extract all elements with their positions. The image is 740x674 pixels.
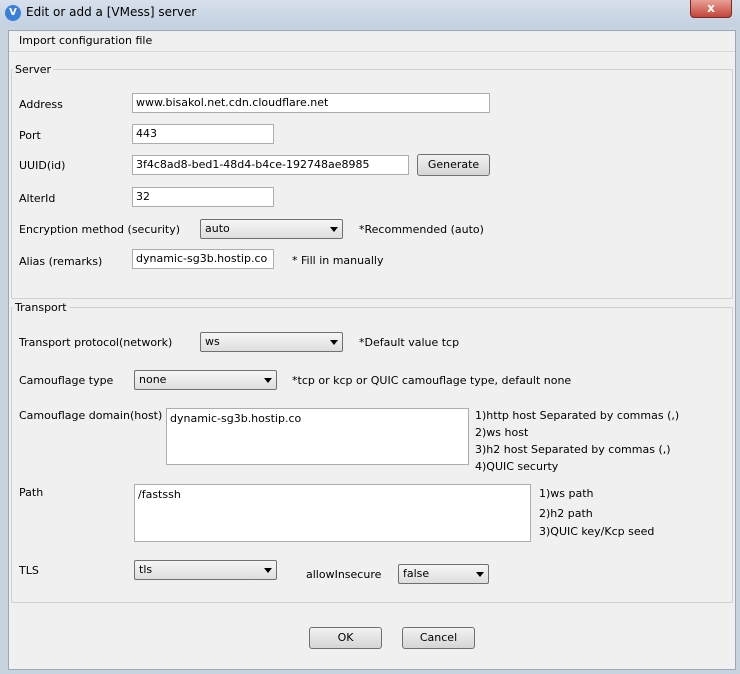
- protocol-hint: *Default value tcp: [359, 336, 460, 349]
- cancel-button[interactable]: Cancel: [402, 627, 475, 649]
- domain-hint-2: 2)ws host: [475, 426, 529, 439]
- alterid-input[interactable]: 32: [132, 187, 274, 207]
- menu-import-config[interactable]: Import configuration file: [19, 34, 152, 47]
- tls-label: TLS: [19, 564, 39, 577]
- encryption-select-value: auto: [205, 222, 230, 235]
- path-hint-3: 3)QUIC key/Kcp seed: [539, 525, 655, 538]
- close-icon: x: [707, 1, 715, 15]
- camouflage-type-hint: *tcp or kcp or QUIC camouflage type, def…: [292, 374, 572, 387]
- chevron-down-icon: [476, 572, 484, 577]
- alias-hint: * Fill in manually: [292, 254, 384, 267]
- path-textarea[interactable]: /fastssh: [134, 484, 531, 542]
- camouflage-type-select-value: none: [139, 373, 167, 386]
- protocol-select[interactable]: ws: [200, 332, 343, 352]
- chevron-down-icon: [330, 340, 338, 345]
- chevron-down-icon: [264, 568, 272, 573]
- dialog-window: V Edit or add a [VMess] server x Import …: [0, 0, 740, 674]
- allow-insecure-select[interactable]: false: [398, 564, 489, 584]
- alias-input[interactable]: dynamic-sg3b.hostip.co: [132, 249, 274, 269]
- window-title: Edit or add a [VMess] server: [26, 5, 197, 19]
- address-label: Address: [19, 98, 63, 111]
- path-hint-2: 2)h2 path: [539, 507, 593, 520]
- uuid-input[interactable]: 3f4c8ad8-bed1-48d4-b4ce-192748ae8985: [132, 155, 409, 175]
- dialog-client: Import configuration file Server Address…: [8, 30, 736, 670]
- encryption-hint: *Recommended (auto): [359, 223, 484, 236]
- path-label: Path: [19, 486, 44, 499]
- allow-insecure-select-value: false: [403, 567, 430, 580]
- camouflage-type-label: Camouflage type: [19, 374, 114, 387]
- chevron-down-icon: [330, 227, 338, 232]
- port-label: Port: [19, 129, 41, 142]
- domain-hint-3: 3)h2 host Separated by commas (,): [475, 443, 671, 456]
- title-bar: V Edit or add a [VMess] server x: [0, 0, 740, 26]
- tls-select-value: tls: [139, 563, 153, 576]
- ok-button[interactable]: OK: [309, 627, 382, 649]
- encryption-label: Encryption method (security): [19, 223, 181, 236]
- encryption-select[interactable]: auto: [200, 219, 343, 239]
- address-input[interactable]: www.bisakol.net.cdn.cloudflare.net: [132, 93, 490, 113]
- uuid-label: UUID(id): [19, 159, 66, 172]
- protocol-label: Transport protocol(network): [19, 336, 173, 349]
- camouflage-domain-textarea[interactable]: dynamic-sg3b.hostip.co: [166, 408, 469, 465]
- close-button[interactable]: x: [690, 0, 732, 18]
- domain-hint-1: 1)http host Separated by commas (,): [475, 409, 680, 422]
- camouflage-domain-label: Camouflage domain(host): [19, 409, 163, 422]
- generate-button[interactable]: Generate: [417, 154, 490, 176]
- protocol-select-value: ws: [205, 335, 220, 348]
- menu-bar: Import configuration file: [9, 31, 735, 52]
- port-input[interactable]: 443: [132, 124, 274, 144]
- path-hint-1: 1)ws path: [539, 487, 594, 500]
- domain-hint-4: 4)QUIC securty: [475, 460, 559, 473]
- server-group-label: Server: [13, 63, 54, 76]
- alterid-label: AlterId: [19, 192, 56, 205]
- tls-select[interactable]: tls: [134, 560, 277, 580]
- camouflage-type-select[interactable]: none: [134, 370, 277, 390]
- chevron-down-icon: [264, 378, 272, 383]
- alias-label: Alias (remarks): [19, 255, 103, 268]
- allow-insecure-label: allowInsecure: [306, 568, 382, 581]
- app-icon: V: [5, 5, 21, 21]
- transport-group-label: Transport: [13, 301, 69, 314]
